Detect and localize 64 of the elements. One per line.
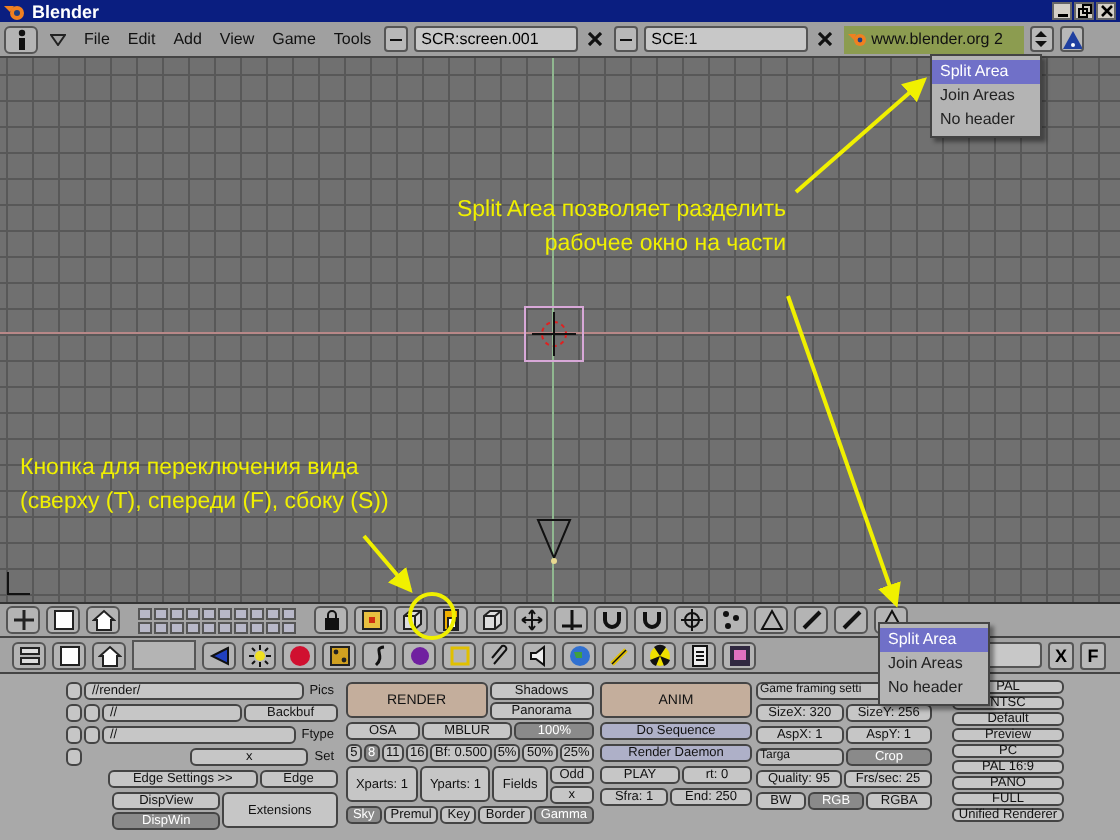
close-icon[interactable]: [583, 26, 608, 52]
camera-drawing[interactable]: [536, 518, 572, 566]
moon-icon[interactable]: [402, 641, 436, 669]
square-icon[interactable]: [354, 606, 388, 634]
radiation-icon[interactable]: [642, 641, 676, 669]
screen-field[interactable]: SCR:screen.001: [413, 26, 578, 52]
square-icon[interactable]: [46, 606, 80, 634]
axis-icon: [4, 570, 32, 598]
window-title: Blender: [32, 1, 100, 21]
menu-item[interactable]: Edit: [121, 30, 162, 48]
menu-item[interactable]: Game: [266, 30, 322, 48]
sun-icon[interactable]: [242, 641, 276, 669]
bars-icon[interactable]: [12, 641, 46, 669]
speaker-icon[interactable]: [522, 641, 556, 669]
lock-icon[interactable]: [314, 606, 348, 634]
magnet-icon[interactable]: [634, 606, 668, 634]
logo-icon: [4, 1, 26, 21]
square-icon[interactable]: [52, 641, 86, 669]
menu-item[interactable]: View: [213, 30, 261, 48]
minimize-icon[interactable]: [1052, 2, 1072, 20]
minus-icon[interactable]: [613, 26, 638, 52]
menu-item[interactable]: Join Areas: [932, 84, 1040, 108]
frame-icon[interactable]: [442, 641, 476, 669]
minus-icon[interactable]: [383, 26, 408, 52]
info-icon[interactable]: [4, 25, 38, 53]
curve-icon[interactable]: [362, 641, 396, 669]
restore-icon[interactable]: [1074, 2, 1094, 20]
arrow: [362, 534, 413, 594]
house-icon[interactable]: [86, 606, 120, 634]
magnet-icon[interactable]: [594, 606, 628, 634]
move-icon[interactable]: [514, 606, 548, 634]
menu-item[interactable]: Join Areas: [880, 652, 988, 676]
viewport[interactable]: [0, 58, 1120, 602]
menu-item[interactable]: File: [78, 30, 116, 48]
clip-icon[interactable]: [482, 641, 516, 669]
globe-icon[interactable]: [562, 641, 596, 669]
house-icon[interactable]: [92, 641, 126, 669]
target-icon[interactable]: [674, 606, 708, 634]
calculator-icon[interactable]: [682, 641, 716, 669]
triangle-icon[interactable]: [754, 606, 788, 634]
menu-item[interactable]: Tools: [327, 30, 378, 48]
grid-icon[interactable]: [6, 606, 40, 634]
scene-field[interactable]: SCE:1: [643, 26, 808, 52]
highlight-circle: [408, 592, 456, 640]
close-icon[interactable]: [1096, 2, 1116, 20]
header-button[interactable]: X: [1048, 641, 1074, 669]
menu-item[interactable]: Split Area: [880, 628, 988, 652]
logo-icon: [847, 30, 868, 48]
stepper-icon[interactable]: [1029, 26, 1054, 52]
annotation-text: Кнопка для переключения вида (сверху (T), спереди (F), сбоку (S)): [20, 454, 389, 518]
menu-item[interactable]: No header: [932, 108, 1040, 132]
arrow: [794, 77, 927, 194]
menu-item[interactable]: Split Area: [932, 60, 1040, 84]
image-icon[interactable]: [722, 641, 756, 669]
header-button[interactable]: F: [1080, 641, 1106, 669]
object-drawing[interactable]: [524, 306, 584, 362]
dots-icon[interactable]: [714, 606, 748, 634]
menu-item[interactable]: Add: [167, 30, 208, 48]
help-icon[interactable]: [1059, 26, 1084, 52]
texture-icon[interactable]: [322, 641, 356, 669]
cube-icon[interactable]: [474, 606, 508, 634]
blank-field[interactable]: [132, 640, 196, 670]
dropdown-icon[interactable]: [50, 33, 66, 45]
close-icon[interactable]: [813, 26, 838, 52]
